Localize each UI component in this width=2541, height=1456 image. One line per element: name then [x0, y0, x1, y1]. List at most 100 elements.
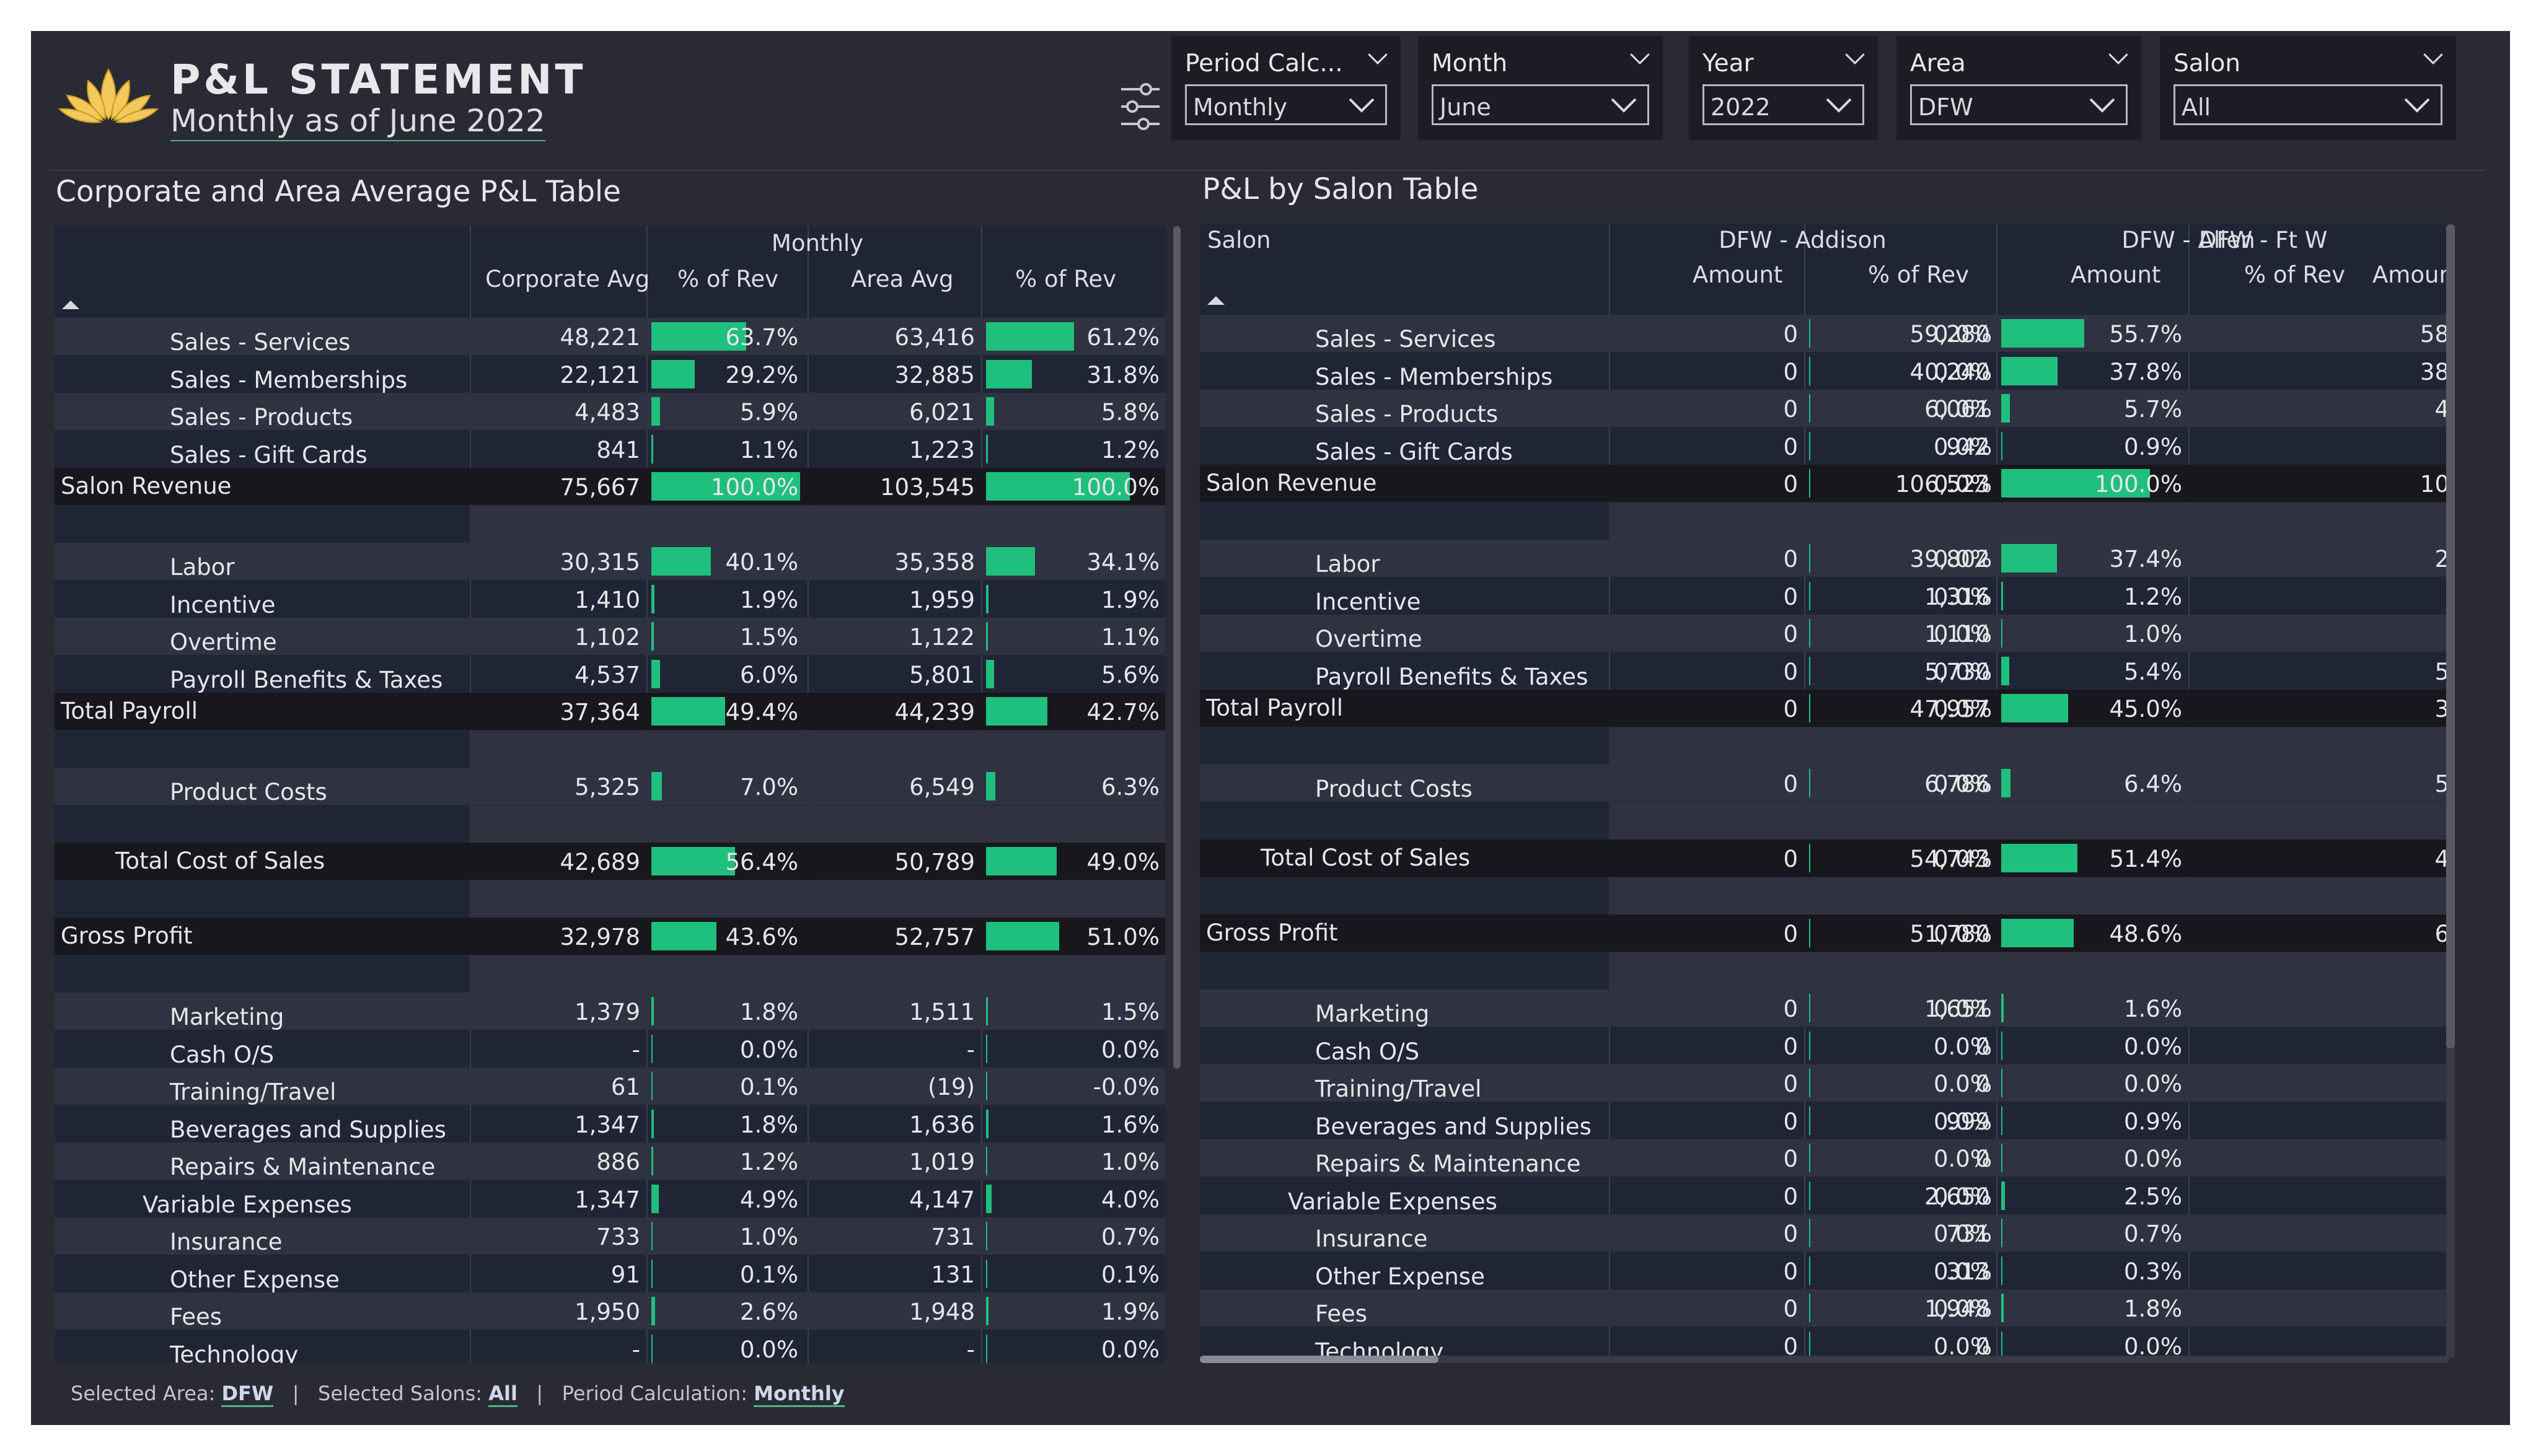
salon-pl-table[interactable]: Salon DFW - Addison DFW - Allen DFW - Ft WA… — [1200, 223, 2449, 1363]
table-row[interactable]: Beverages and Supplies 0 0.0% 999 0.9% — [1200, 1102, 2449, 1140]
table-row[interactable]: Overtime 0 0.0% 1,110 1.0% — [1200, 615, 2449, 652]
slicer-dropdown[interactable]: June — [1432, 84, 1649, 125]
table-row[interactable]: Insurance 733 1.0% 731 0.7% — [55, 1217, 1165, 1255]
table-row-spacer — [1609, 877, 2449, 914]
addison-amount-cell: 0 — [1783, 433, 1798, 460]
percent-of-revenue-bar — [1809, 1294, 1810, 1322]
table-row[interactable]: Variable Expenses 0 0.0% 2,650 2.5% — [1200, 1177, 2449, 1215]
table-row[interactable]: Training/Travel 61 0.1% (19) -0.0% — [55, 1068, 1165, 1105]
table-row[interactable]: Gross Profit 32,978 43.6% 52,757 51.0% — [55, 918, 1165, 955]
column-header-percent-of-rev[interactable]: % of Rev — [677, 266, 778, 292]
slicer-period-calc[interactable]: Period Calc... Monthly — [1171, 36, 1401, 140]
corporate-area-pl-table[interactable]: Monthly Corporate Avg % of Rev Area Avg % of… — [55, 226, 1165, 1363]
footer-period-value: Monthly — [754, 1382, 845, 1407]
corporate-avg-cell: 4,483 — [575, 399, 640, 426]
allen-amount-cell: 1,110 — [1924, 621, 1990, 647]
table-row[interactable]: Sales - Services 48,221 63.7% 63,416 61.2% — [55, 318, 1165, 356]
table-row[interactable]: Overtime 1,102 1.5% 1,122 1.1% — [55, 618, 1165, 656]
table-row[interactable]: Fees 0 0.0% 1,948 1.8% — [1200, 1289, 2449, 1327]
slicer-dropdown[interactable]: 2022 — [1702, 84, 1864, 125]
table-row[interactable]: Sales - Gift Cards 0 0.0% 942 0.9% — [1200, 428, 2449, 465]
table-row[interactable]: Insurance 0 0.0% 731 0.7% — [1200, 1214, 2449, 1252]
column-header-corporate-avg[interactable]: Corporate Avg — [485, 266, 650, 292]
table-row[interactable]: Cash O/S 0 0.0% 0 0.0% — [1200, 1027, 2449, 1065]
column-header-area-avg[interactable]: Area Avg — [851, 266, 953, 292]
footer-salons-value: All — [488, 1382, 517, 1407]
table-row[interactable]: Training/Travel 0 0.0% 0 0.0% — [1200, 1064, 2449, 1102]
corporate-avg-cell: 1,347 — [575, 1111, 640, 1138]
table-row[interactable]: Marketing 0 0.0% 1,651 1.6% — [1200, 989, 2449, 1027]
percent-of-revenue-bar — [1809, 1069, 1810, 1097]
area-avg-cell: 1,511 — [909, 999, 975, 1025]
area-pct-cell: 6.3% — [1101, 774, 1160, 800]
table-row[interactable]: Sales - Memberships 0 0.0% 40,240 37.8% 38 — [1200, 353, 2449, 390]
column-header-percent-of-rev[interactable]: % of Rev — [1015, 266, 1116, 292]
corporate-pct-cell: 1.2% — [740, 1149, 798, 1175]
table-row[interactable]: Labor 0 0.0% 39,802 37.4% 2 — [1200, 540, 2449, 577]
allen-pct-cell: 37.4% — [2109, 546, 2182, 572]
table-row[interactable]: Other Expense 91 0.1% 131 0.1% — [55, 1255, 1165, 1293]
table-row[interactable]: Sales - Gift Cards 841 1.1% 1,223 1.2% — [55, 431, 1165, 468]
area-avg-cell: 6,549 — [909, 774, 975, 800]
table-row[interactable]: Incentive 1,410 1.9% 1,959 1.9% — [55, 581, 1165, 618]
slicer-area[interactable]: Area DFW — [1896, 36, 2141, 140]
addison-amount-cell: 0 — [1783, 771, 1798, 797]
table-row[interactable]: Fees 1,950 2.6% 1,948 1.9% — [55, 1292, 1165, 1330]
table-row[interactable]: Gross Profit 0 0.0% 51,780 48.6% 6 — [1200, 914, 2449, 952]
table-row[interactable]: Repairs & Maintenance 0 0.0% 0 0.0% — [1200, 1139, 2449, 1177]
percent-of-revenue-bar — [2001, 844, 2078, 872]
table-row[interactable]: Total Cost of Sales 0 0.0% 54,743 51.4% 4 — [1200, 840, 2449, 877]
slicer-year[interactable]: Year 2022 — [1689, 36, 1878, 140]
sort-ascending-icon[interactable] — [62, 300, 79, 309]
corporate-avg-cell: 841 — [596, 436, 640, 463]
percent-of-revenue-bar — [2001, 394, 2010, 423]
table-row[interactable]: Payroll Benefits & Taxes 4,537 6.0% 5,801 5.… — [55, 656, 1165, 693]
table-row[interactable]: Salon Revenue 75,667 100.0% 103,545 100.0% — [55, 468, 1165, 505]
slicer-dropdown[interactable]: DFW — [1910, 84, 2128, 125]
column-header-salon[interactable]: Salon — [1207, 227, 1271, 253]
table-row[interactable]: Incentive 0 0.0% 1,316 1.2% — [1200, 577, 2449, 615]
row-label: Training/Travel — [1315, 1076, 1482, 1102]
table-row[interactable]: Payroll Benefits & Taxes 0 0.0% 5,730 5.4% 5 — [1200, 652, 2449, 690]
table-row[interactable]: Other Expense 0 0.0% 313 0.3% — [1200, 1252, 2449, 1290]
column-header-percent-of-rev[interactable]: % of Rev — [2244, 261, 2345, 288]
table-row[interactable]: Sales - Services 0 0.0% 59,280 55.7% 58 — [1200, 315, 2449, 353]
table-row[interactable]: Sales - Products 0 0.0% 6,061 5.7% 4 — [1200, 390, 2449, 428]
column-group-dfw-ft-worth: DFW - Ft W — [2199, 227, 2328, 253]
table-row[interactable]: Technology - 0.0% - 0.0% — [55, 1330, 1165, 1363]
area-avg-cell: 4,147 — [909, 1186, 975, 1213]
percent-of-revenue-bar — [1809, 356, 1810, 385]
column-header-percent-of-rev[interactable]: % of Rev — [1868, 261, 1969, 288]
slicer-dropdown[interactable]: Monthly — [1185, 84, 1387, 125]
table-row[interactable]: Marketing 1,379 1.8% 1,511 1.5% — [55, 993, 1165, 1030]
right-table-vertical-scrollbar[interactable] — [2446, 224, 2455, 1048]
table-row[interactable]: Cash O/S - 0.0% - 0.0% — [55, 1030, 1165, 1068]
column-header-amount[interactable]: Amount — [2071, 261, 2160, 288]
slicer-salon[interactable]: Salon All — [2160, 36, 2456, 140]
filter-sliders-icon[interactable] — [1119, 81, 1162, 133]
table-row[interactable]: Repairs & Maintenance 886 1.2% 1,019 1.0% — [55, 1142, 1165, 1180]
table-row[interactable]: Variable Expenses 1,347 4.9% 4,147 4.0% — [55, 1180, 1165, 1218]
table-row[interactable]: Product Costs 5,325 7.0% 6,549 6.3% — [55, 768, 1165, 805]
table-row[interactable]: Total Cost of Sales 42,689 56.4% 50,789 49.0… — [55, 843, 1165, 880]
table-row[interactable]: Total Payroll 0 0.0% 47,957 45.0% 3 — [1200, 690, 2449, 727]
column-header-amount[interactable]: Amount — [1693, 261, 1782, 288]
table-row[interactable]: Total Payroll 37,364 49.4% 44,239 42.7% — [55, 693, 1165, 730]
area-pct-cell: -0.0% — [1093, 1074, 1160, 1100]
slicer-month[interactable]: Month June — [1418, 36, 1663, 140]
column-header-amount[interactable]: Amoun — [2372, 261, 2449, 288]
table-row[interactable]: Sales - Memberships 22,121 29.2% 32,885 31.8… — [55, 356, 1165, 393]
allen-amount-cell: 54,743 — [1909, 846, 1990, 872]
allen-pct-cell: 48.6% — [2109, 921, 2182, 947]
table-row[interactable]: Product Costs 0 0.0% 6,786 6.4% 5 — [1200, 765, 2449, 802]
table-row[interactable]: Beverages and Supplies 1,347 1.8% 1,636 1.6% — [55, 1105, 1165, 1143]
table-row[interactable]: Sales - Products 4,483 5.9% 6,021 5.8% — [55, 393, 1165, 431]
table-row[interactable]: Labor 30,315 40.1% 35,358 34.1% — [55, 543, 1165, 581]
right-table-horizontal-scrollbar[interactable] — [1200, 1356, 1438, 1363]
sort-ascending-icon[interactable] — [1207, 296, 1225, 305]
left-table-vertical-scrollbar[interactable] — [1173, 226, 1181, 1069]
table-row[interactable]: Salon Revenue 0 0.0% 106,523 100.0% 10 — [1200, 465, 2449, 502]
percent-of-revenue-bar — [2001, 1031, 2002, 1060]
slicer-dropdown[interactable]: All — [2173, 84, 2442, 125]
corporate-pct-cell: 1.9% — [740, 586, 798, 613]
